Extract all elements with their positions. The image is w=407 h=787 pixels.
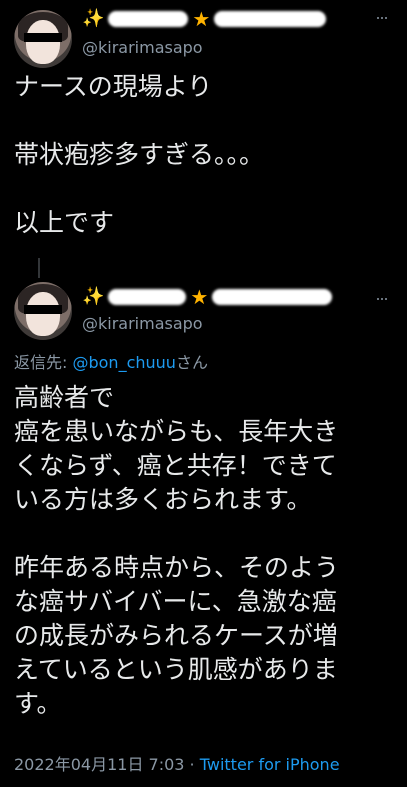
tweet-body: 高齢者で 癌を患いながらも、長年大き くならず、癌と共存！できて いる方は多くお… — [14, 381, 394, 721]
tweet-body: ナースの現場より 帯状疱疹多すぎる。。。 以上です — [14, 70, 394, 240]
display-name-row[interactable]: ✨ ★ — [82, 8, 362, 30]
sparkles-icon: ✨ — [82, 286, 105, 307]
tweet-line: くならず、癌と共存！できて — [14, 451, 337, 480]
redacted-name-tail — [214, 11, 327, 27]
tweet-line: えているという肌感がありま — [14, 655, 338, 684]
meta-separator: · — [184, 755, 200, 774]
avatar[interactable] — [14, 10, 72, 68]
tweet-line — [14, 517, 394, 551]
tweet-line: ナースの現場より — [14, 72, 213, 101]
timestamp[interactable]: 2022年04月11日 7:03 — [14, 755, 184, 774]
reply-suffix: さん — [175, 353, 208, 372]
handle[interactable]: @kirarimasapo — [82, 38, 203, 58]
avatar-face — [26, 292, 60, 336]
avatar[interactable] — [14, 282, 72, 340]
more-icon[interactable] — [377, 10, 393, 26]
star-icon: ★ — [192, 7, 211, 31]
tweet-line — [14, 172, 394, 206]
tweet-line: いる方は多くおられます。 — [14, 485, 312, 514]
tweet-line: 以上です — [14, 208, 115, 237]
thread-connector — [38, 258, 40, 278]
tweet-line: す。 — [14, 689, 62, 718]
tweet-line: 高齢者で — [14, 383, 115, 412]
tweet-line: な癌サバイバーに、急激な癌 — [14, 587, 337, 616]
avatar-censor-bar — [24, 305, 62, 314]
reply-context: 返信先: @bon_chuuuさん — [14, 353, 208, 373]
star-icon: ★ — [190, 285, 209, 309]
avatar-censor-bar — [24, 33, 62, 42]
tweet-line: 帯状疱疹多すぎる。。。 — [14, 140, 265, 169]
tweet-line: 癌を患いながらも、長年大き — [14, 417, 339, 446]
redacted-name-tail — [212, 289, 333, 305]
more-icon[interactable] — [377, 291, 393, 307]
sparkles-icon: ✨ — [82, 8, 105, 29]
tweet-meta: 2022年04月11日 7:03 · Twitter for iPhone — [14, 755, 340, 775]
tweet-line: 昨年ある時点から、そのよう — [14, 553, 340, 582]
tweet-line: の成長がみられるケースが増 — [14, 621, 338, 650]
source-link[interactable]: Twitter for iPhone — [200, 755, 340, 774]
handle[interactable]: @kirarimasapo — [82, 314, 203, 334]
display-name-row[interactable]: ✨ ★ — [82, 286, 362, 308]
reply-mention[interactable]: @bon_chuuu — [72, 353, 175, 372]
redacted-name — [108, 11, 189, 27]
tweet-line — [14, 104, 394, 138]
reply-prefix: 返信先: — [14, 353, 73, 372]
redacted-name — [108, 289, 187, 305]
avatar-face — [26, 20, 60, 64]
